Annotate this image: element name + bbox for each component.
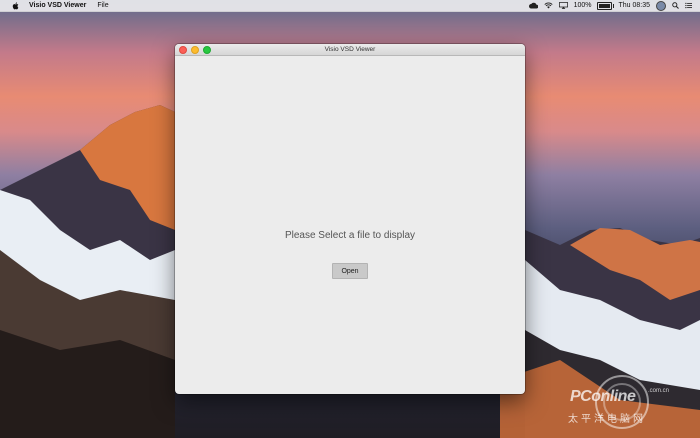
- cloud-icon[interactable]: [528, 2, 538, 9]
- window-content: Please Select a file to display Open: [175, 56, 525, 394]
- watermark-brand: PConline: [570, 388, 636, 405]
- file-menu[interactable]: File: [97, 2, 108, 9]
- window-controls: [179, 46, 211, 54]
- window-title: Visio VSD Viewer: [324, 46, 376, 53]
- status-area: 100% Thu 08:35: [528, 0, 692, 11]
- wifi-icon[interactable]: [543, 2, 553, 9]
- airplay-icon[interactable]: [558, 2, 568, 9]
- battery-icon[interactable]: [597, 1, 615, 10]
- desktop: Visio VSD Viewer File 100% Thu 08:35 Vis…: [0, 0, 700, 438]
- close-button[interactable]: [179, 46, 187, 54]
- watermark: PConline .com.cn 太平洋电脑网: [562, 372, 692, 432]
- list-icon[interactable]: [685, 2, 692, 9]
- app-name-menu[interactable]: Visio VSD Viewer: [29, 2, 86, 9]
- title-bar[interactable]: Visio VSD Viewer: [175, 44, 525, 56]
- minimize-button[interactable]: [191, 46, 199, 54]
- empty-state-message: Please Select a file to display: [284, 230, 416, 241]
- app-window: Visio VSD Viewer Please Select a file to…: [175, 44, 525, 394]
- watermark-domain: .com.cn: [648, 388, 670, 394]
- apple-menu-icon[interactable]: [11, 1, 20, 10]
- clock[interactable]: Thu 08:35: [618, 2, 650, 9]
- watermark-chinese: 太平洋电脑网: [568, 414, 646, 425]
- search-icon[interactable]: [672, 2, 679, 9]
- avatar[interactable]: [656, 0, 666, 11]
- zoom-button[interactable]: [203, 46, 211, 54]
- battery-percent: 100%: [573, 2, 592, 9]
- open-button[interactable]: Open: [332, 263, 368, 279]
- menu-bar: Visio VSD Viewer File 100% Thu 08:35: [0, 0, 700, 12]
